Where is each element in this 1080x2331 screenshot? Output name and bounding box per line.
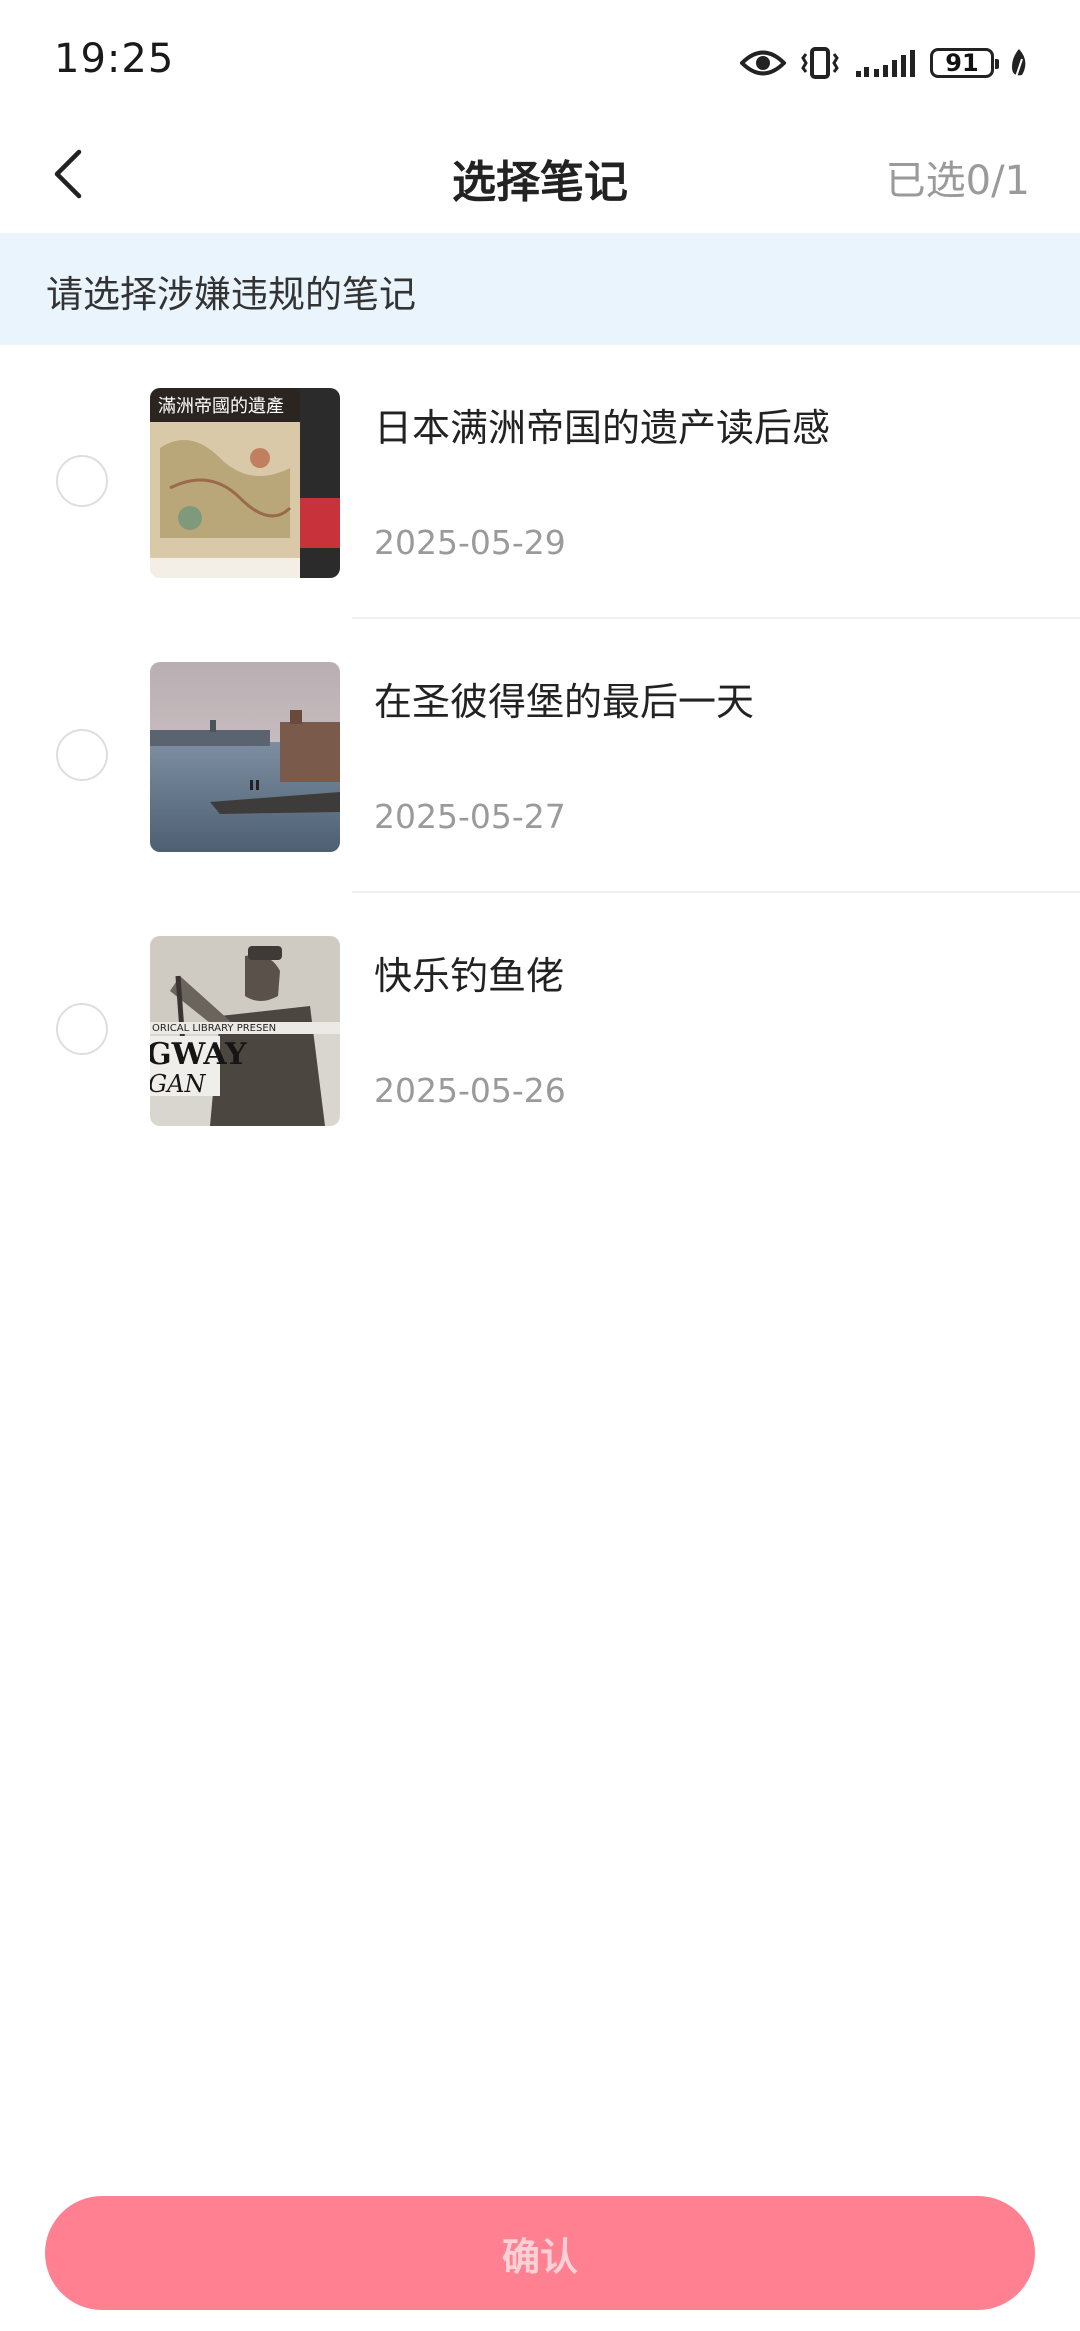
cover-big-text: GWAY	[150, 1037, 247, 1072]
note-list: 滿洲帝國的遺產 日本满洲帝国的遗产读后感 2025-05-29 在圣彼得堡的最后…	[0, 345, 1080, 1167]
note-thumbnail	[150, 662, 340, 852]
eye-icon	[740, 48, 786, 78]
note-radio[interactable]	[56, 1003, 108, 1055]
cover-small-text: GAN	[150, 1070, 207, 1098]
cover-banner-text: ORICAL LIBRARY PRESEN	[152, 1023, 276, 1034]
note-date: 2025-05-29	[374, 523, 566, 562]
notice-text: 请选择涉嫌违规的笔记	[46, 273, 416, 316]
note-item[interactable]: 滿洲帝國的遺產 日本满洲帝国的遗产读后感 2025-05-29	[0, 345, 1080, 619]
cover-title-text: 滿洲帝國的遺產	[158, 396, 284, 417]
confirm-button[interactable]: 确认	[45, 2196, 1035, 2310]
note-title: 日本满洲帝国的遗产读后感	[374, 406, 831, 450]
note-radio[interactable]	[56, 455, 108, 507]
signal-icon	[854, 47, 916, 79]
select-note-screen: 19:25 91 选择笔记 已选0/1 请选择涉嫌违规的笔记 滿洲帝國的遺產 日…	[0, 0, 1080, 2331]
battery-icon: 91	[930, 48, 999, 78]
note-thumbnail: 滿洲帝國的遺產	[150, 388, 340, 578]
status-time: 19:25	[54, 36, 175, 82]
note-item[interactable]: 在圣彼得堡的最后一天 2025-05-27	[0, 619, 1080, 893]
note-item[interactable]: ORICAL LIBRARY PRESEN GWAY GAN 快乐钓鱼佬 202…	[0, 893, 1080, 1167]
vibrate-icon	[800, 46, 840, 80]
selected-count: 已选0/1	[885, 158, 1030, 204]
note-date: 2025-05-26	[374, 1071, 566, 1110]
status-icons: 91	[740, 38, 1030, 88]
note-title: 快乐钓鱼佬	[374, 954, 565, 998]
notice-banner: 请选择涉嫌违规的笔记	[0, 233, 1080, 345]
battery-level: 91	[945, 49, 979, 77]
note-thumbnail: ORICAL LIBRARY PRESEN GWAY GAN	[150, 936, 340, 1126]
status-bar: 19:25 91	[0, 0, 1080, 120]
note-radio[interactable]	[56, 729, 108, 781]
nav-bar: 选择笔记 已选0/1	[0, 120, 1080, 232]
leaf-icon	[1008, 47, 1030, 79]
note-title: 在圣彼得堡的最后一天	[374, 680, 755, 724]
note-date: 2025-05-27	[374, 797, 566, 836]
